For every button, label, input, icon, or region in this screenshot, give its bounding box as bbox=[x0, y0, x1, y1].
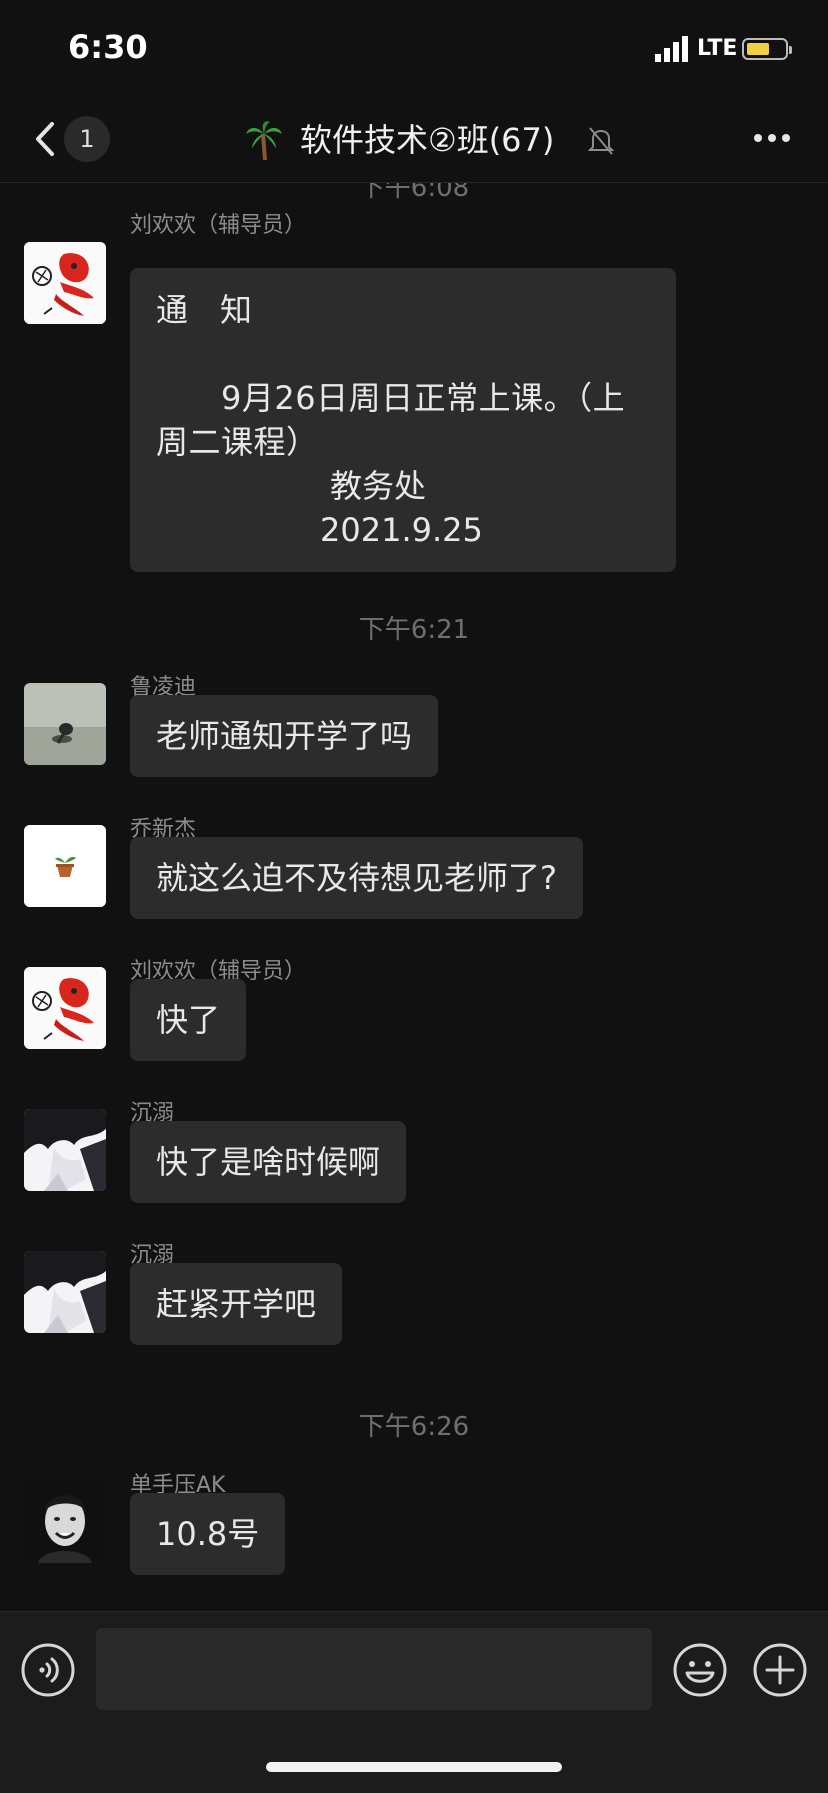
message-input[interactable] bbox=[96, 1628, 652, 1710]
mascot-avatar[interactable] bbox=[24, 242, 106, 324]
mascot-avatar[interactable] bbox=[24, 967, 106, 1049]
status-time: 6:30 bbox=[68, 28, 148, 66]
anime-boy-avatar[interactable] bbox=[24, 1251, 106, 1333]
chevron-left-icon[interactable] bbox=[26, 118, 66, 160]
more-dots-icon[interactable] bbox=[752, 132, 792, 144]
battery-icon bbox=[742, 38, 792, 60]
emoji-icon[interactable] bbox=[672, 1642, 728, 1698]
message-bubble[interactable]: 快了 bbox=[130, 979, 247, 1061]
plant-pot-avatar[interactable] bbox=[24, 825, 106, 907]
message-list[interactable]: 下午6:08 刘欢欢（辅导员） 通 知 9月26日周日正常上课。（上周二课程） … bbox=[0, 183, 828, 1611]
notice-body: 9月26日周日正常上课。（上周二课程） bbox=[156, 379, 626, 461]
message-bubble[interactable]: 就这么迫不及待想见老师了? bbox=[130, 837, 583, 919]
message-bubble[interactable]: 赶紧开学吧 bbox=[130, 1263, 343, 1345]
message-bubble[interactable]: 快了是啥时候啊 bbox=[130, 1121, 407, 1203]
timestamp: 下午6:08 bbox=[358, 183, 470, 203]
home-indicator[interactable] bbox=[266, 1762, 562, 1772]
voice-icon[interactable] bbox=[20, 1642, 76, 1698]
signal-icon bbox=[655, 36, 688, 62]
network-label: LTE bbox=[697, 36, 738, 61]
battery-cap bbox=[789, 46, 792, 54]
unread-count-badge[interactable]: 1 bbox=[64, 116, 110, 162]
sender-name: 刘欢欢（辅导员） bbox=[130, 213, 307, 238]
man-portrait-avatar[interactable] bbox=[24, 1481, 106, 1563]
plus-icon[interactable] bbox=[752, 1642, 808, 1698]
chat-title: 软件技术②班(67) bbox=[300, 121, 555, 159]
notice-heading: 通 知 bbox=[156, 291, 253, 329]
bell-muted-icon bbox=[588, 127, 614, 155]
battery-fill bbox=[747, 43, 769, 55]
status-bar: 6:30 LTE bbox=[0, 0, 828, 96]
lake-photo-avatar[interactable] bbox=[24, 683, 106, 765]
timestamp: 下午6:21 bbox=[358, 615, 470, 645]
notice-signature: 教务处 bbox=[330, 467, 427, 505]
notice-date: 2021.9.25 bbox=[320, 511, 483, 549]
message-bubble[interactable]: 老师通知开学了吗 bbox=[130, 695, 439, 777]
anime-boy-avatar[interactable] bbox=[24, 1109, 106, 1191]
chat-header: 1 软件技术②班(67) bbox=[0, 96, 828, 183]
message-bubble[interactable]: 10.8号 bbox=[130, 1493, 286, 1575]
timestamp: 下午6:26 bbox=[358, 1412, 470, 1442]
notice-bubble[interactable]: 通 知 9月26日周日正常上课。（上周二课程） 教务处 2021.9.25 bbox=[130, 268, 676, 572]
